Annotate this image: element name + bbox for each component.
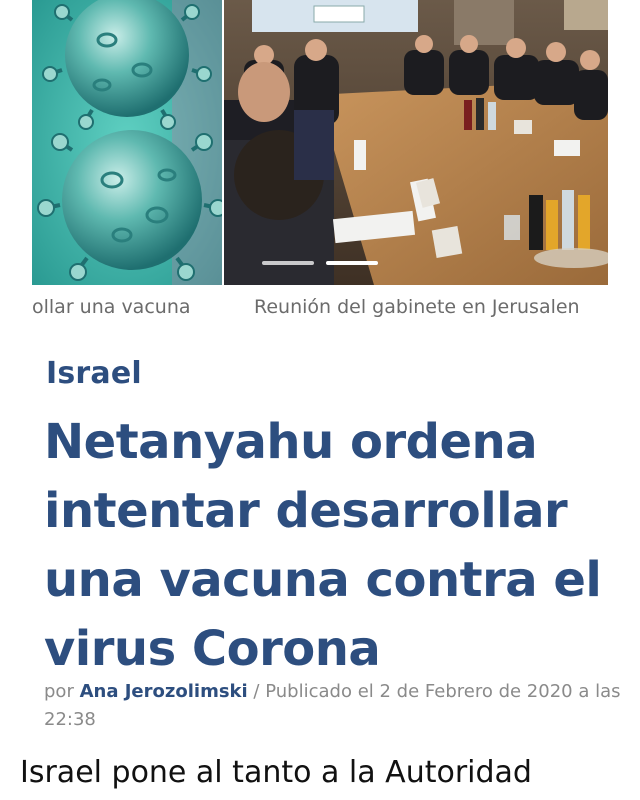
image-carousel[interactable]: ollar una vacuna Reunión del gabinete en…	[0, 0, 640, 330]
cabinet-meeting-photo	[224, 0, 608, 285]
coronavirus-illustration	[32, 0, 222, 285]
slide-caption-virus: ollar una vacuna	[32, 293, 222, 321]
carousel-dot[interactable]	[262, 261, 314, 265]
article-page: ollar una vacuna Reunión del gabinete en…	[0, 0, 640, 800]
article-category[interactable]: Israel	[46, 356, 142, 391]
article-byline: por Ana Jerozolimski / Publicado el 2 de…	[44, 678, 634, 734]
carousel-dot-active[interactable]	[326, 261, 378, 265]
article-headline: Netanyahu ordena intentar desarrollar un…	[44, 414, 602, 677]
byline-separator: /	[253, 681, 260, 702]
author-link[interactable]: Ana Jerozolimski	[80, 681, 248, 702]
byline-prefix: por	[44, 681, 74, 702]
slide-caption-cabinet: Reunión del gabinete en Jerusalen	[254, 296, 580, 318]
carousel-slide-virus[interactable]	[32, 0, 222, 285]
slide-caption-text: ollar una vacuna	[32, 296, 191, 318]
article-lead-paragraph: Israel pone al tanto a la Autoridad	[20, 755, 532, 790]
carousel-slide-cabinet-meeting[interactable]	[224, 0, 608, 285]
carousel-indicators	[262, 261, 378, 265]
